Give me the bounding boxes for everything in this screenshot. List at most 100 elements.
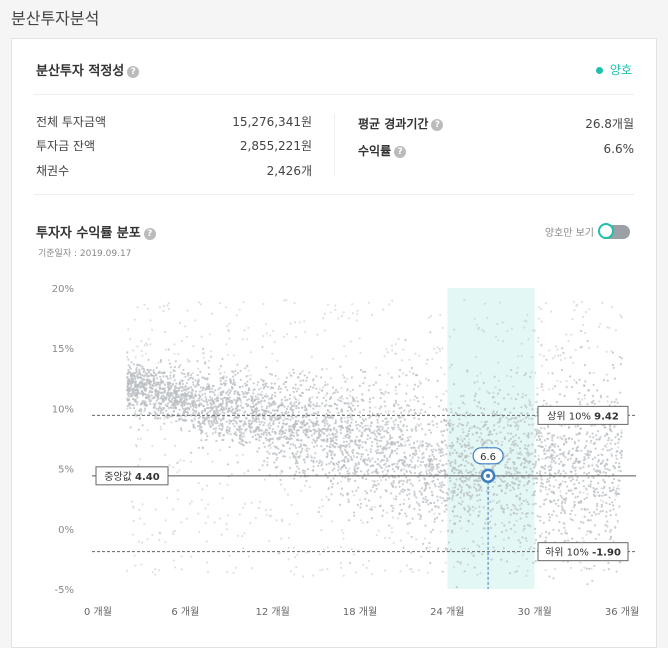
scatter-point — [596, 464, 598, 466]
scatter-point — [260, 387, 262, 389]
scatter-point — [266, 407, 268, 409]
scatter-point — [242, 425, 244, 427]
scatter-point — [298, 403, 300, 405]
scatter-point — [550, 466, 552, 468]
scatter-point — [444, 511, 446, 513]
scatter-point — [588, 308, 590, 310]
scatter-point — [348, 499, 350, 501]
scatter-point — [586, 497, 588, 499]
scatter-point — [201, 426, 203, 428]
scatter-point — [425, 448, 427, 450]
scatter-point — [156, 390, 158, 392]
scatter-point — [406, 494, 408, 496]
scatter-point — [217, 394, 219, 396]
scatter-point — [163, 371, 165, 373]
scatter-point — [463, 493, 465, 495]
scatter-point — [529, 461, 531, 463]
scatter-point — [410, 414, 412, 416]
scatter-point — [405, 393, 407, 395]
scatter-point — [277, 417, 279, 419]
scatter-point — [478, 506, 480, 508]
scatter-point — [447, 422, 449, 424]
scatter-point — [339, 366, 341, 368]
scatter-point — [266, 514, 268, 516]
scatter-point — [134, 389, 136, 391]
scatter-point — [250, 374, 252, 376]
scatter-point — [459, 453, 461, 455]
scatter-point — [391, 510, 393, 512]
scatter-point — [514, 469, 516, 471]
scatter-point — [360, 503, 362, 505]
scatter-point — [337, 317, 339, 319]
scatter-point — [244, 503, 246, 505]
scatter-point — [503, 427, 505, 429]
scatter-point — [420, 464, 422, 466]
scatter-point — [246, 338, 248, 340]
scatter-point — [595, 513, 597, 515]
scatter-point — [252, 392, 254, 394]
scatter-point — [449, 445, 451, 447]
scatter-point — [464, 446, 466, 448]
scatter-point — [419, 509, 421, 511]
scatter-point — [391, 437, 393, 439]
scatter-point — [518, 565, 520, 567]
scatter-point — [504, 466, 506, 468]
scatter-point — [286, 436, 288, 438]
scatter-point — [565, 492, 567, 494]
scatter-point — [327, 546, 329, 548]
scatter-point — [130, 382, 132, 384]
scatter-point — [508, 419, 510, 421]
scatter-point — [230, 381, 232, 383]
scatter-point — [367, 464, 369, 466]
scatter-point — [577, 425, 579, 427]
scatter-point — [186, 393, 188, 395]
scatter-point — [175, 385, 177, 387]
scatter-point — [285, 413, 287, 415]
scatter-point — [140, 385, 142, 387]
scatter-point — [394, 423, 396, 425]
scatter-point — [475, 393, 477, 395]
scatter-point — [530, 546, 532, 548]
scatter-point — [354, 480, 356, 482]
scatter-point — [465, 456, 467, 458]
scatter-point — [397, 517, 399, 519]
scatter-point — [255, 416, 257, 418]
scatter-point — [229, 555, 231, 557]
scatter-point — [490, 527, 492, 529]
scatter-point — [203, 400, 205, 402]
scatter-point — [605, 472, 607, 474]
scatter-point — [506, 504, 508, 506]
scatter-point — [618, 488, 620, 490]
scatter-point — [312, 378, 314, 380]
scatter-point — [468, 486, 470, 488]
scatter-point — [420, 383, 422, 385]
scatter-point — [242, 547, 244, 549]
scatter-point — [317, 424, 319, 426]
scatter-point — [597, 346, 599, 348]
scatter-point — [592, 395, 594, 397]
scatter-point — [547, 372, 549, 374]
scatter-point — [258, 434, 260, 436]
scatter-point — [248, 425, 250, 427]
scatter-point — [496, 494, 498, 496]
scatter-point — [153, 382, 155, 384]
scatter-point — [225, 306, 227, 308]
scatter-point — [355, 463, 357, 465]
scatter-point — [402, 434, 404, 436]
scatter-point — [393, 410, 395, 412]
scatter-point — [283, 450, 285, 452]
scatter-point — [573, 506, 575, 508]
scatter-point — [457, 561, 459, 563]
scatter-point — [587, 519, 589, 521]
scatter-point — [190, 406, 192, 408]
scatter-point — [230, 390, 232, 392]
scatter-point — [364, 377, 366, 379]
scatter-point — [375, 367, 377, 369]
scatter-point — [230, 433, 232, 435]
scatter-point — [525, 499, 527, 501]
scatter-point — [599, 510, 601, 512]
scatter-point — [357, 444, 359, 446]
scatter-point — [480, 407, 482, 409]
scatter-point — [568, 426, 570, 428]
scatter-point — [244, 383, 246, 385]
